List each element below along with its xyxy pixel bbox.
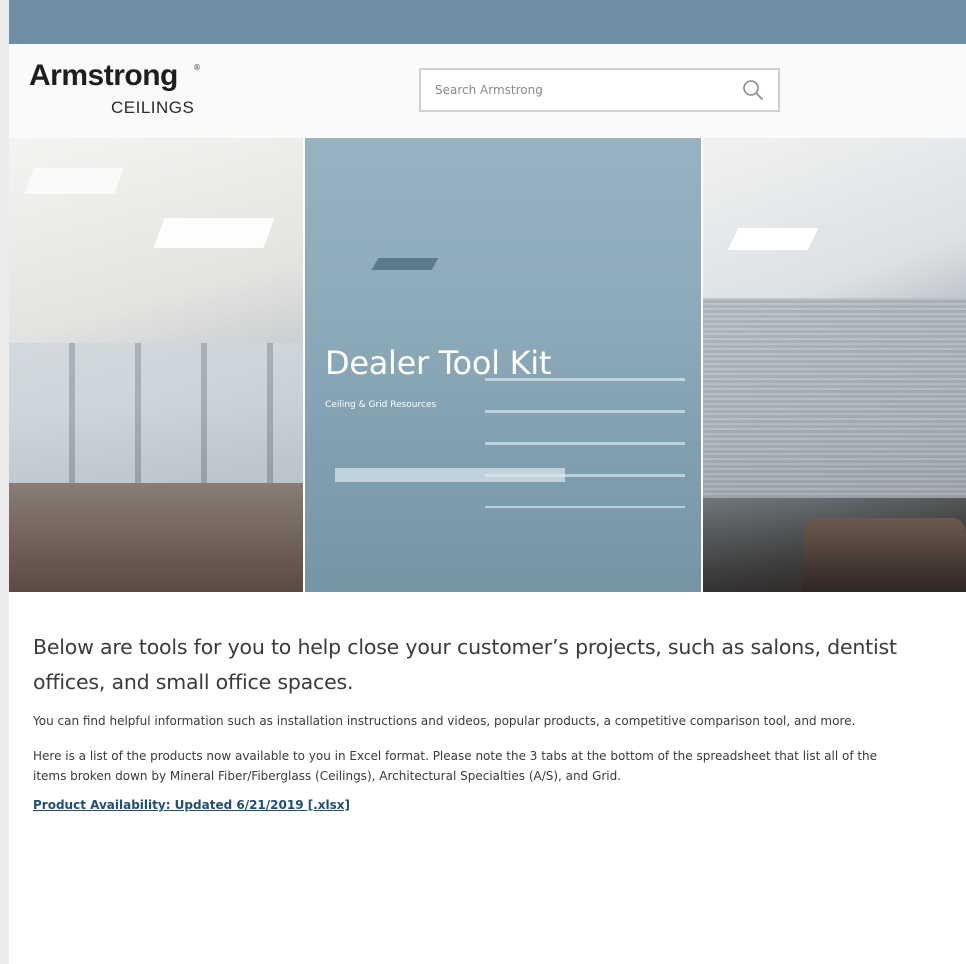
site-header: Armstrong ® CEILINGS: [9, 44, 966, 138]
hero-banner: Dealer Tool Kit Ceiling & Grid Resources: [9, 138, 966, 592]
hero-image-lab: Dealer Tool Kit Ceiling & Grid Resources: [305, 138, 701, 592]
search-box: [419, 68, 780, 112]
hero-subtitle: Ceiling & Grid Resources: [325, 400, 437, 410]
products-paragraph: Here is a list of the products now avail…: [33, 749, 878, 783]
logo-subtitle: CEILINGS: [111, 98, 195, 117]
main-content: Below are tools for you to help close yo…: [33, 630, 913, 813]
search-input[interactable]: [421, 70, 721, 110]
intro-heading: Below are tools for you to help close yo…: [33, 635, 897, 694]
product-availability-link[interactable]: Product Availability: Updated 6/21/2019 …: [33, 798, 350, 812]
armstrong-ceilings-logo[interactable]: Armstrong ® CEILINGS: [29, 59, 219, 119]
logo-registered-mark: ®: [193, 63, 201, 72]
hero-image-classroom: [9, 138, 303, 592]
hero-image-office: [703, 138, 966, 592]
logo-wordmark: Armstrong: [29, 59, 178, 92]
intro-paragraph: You can find helpful information such as…: [33, 714, 856, 728]
search-icon[interactable]: [742, 79, 764, 101]
top-bar: [9, 0, 966, 44]
hero-title: Dealer Tool Kit: [325, 344, 552, 382]
